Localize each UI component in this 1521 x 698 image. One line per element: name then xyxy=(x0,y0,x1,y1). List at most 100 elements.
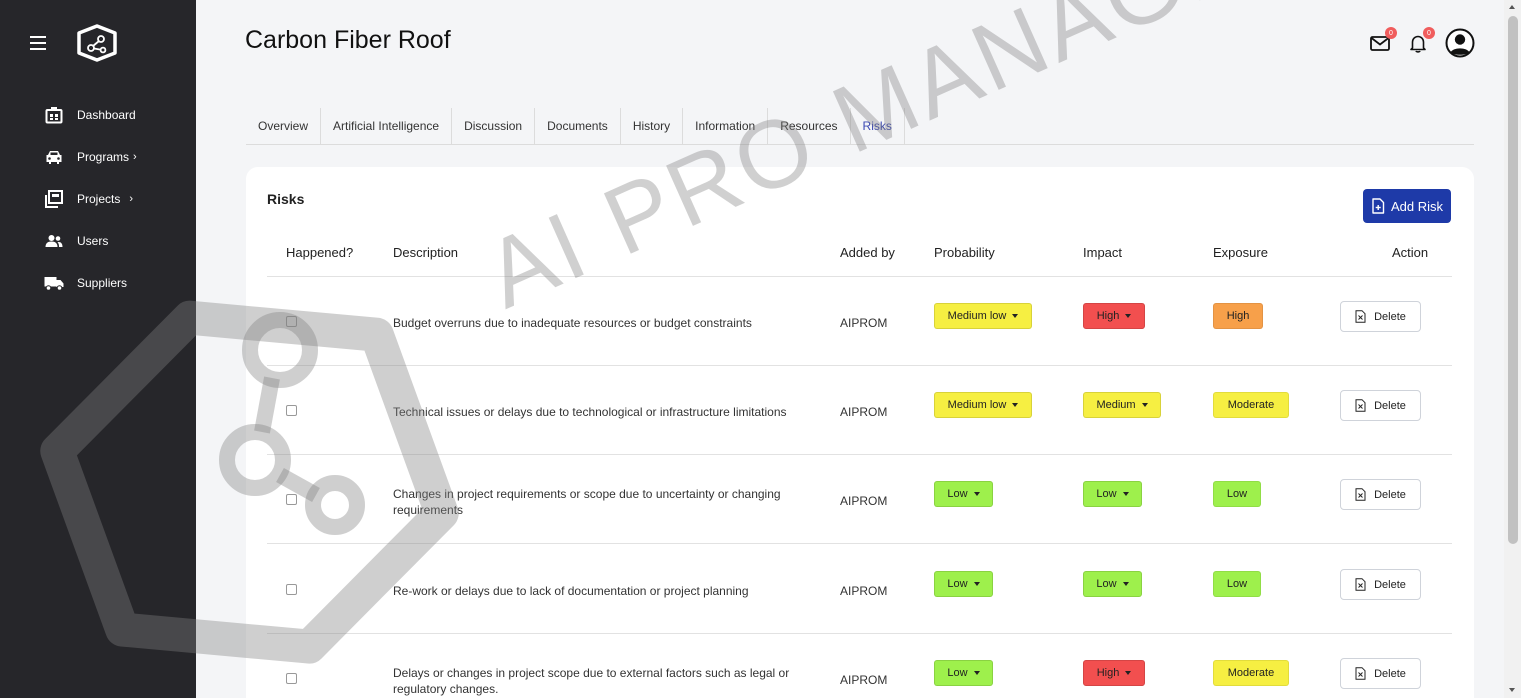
table-row: Technical issues or delays due to techno… xyxy=(267,366,1452,455)
scroll-down-icon[interactable] xyxy=(1509,688,1515,692)
delete-button[interactable]: Delete xyxy=(1340,301,1421,332)
sidebar-item-label: Dashboard xyxy=(77,108,136,122)
col-exposure: Exposure xyxy=(1213,245,1268,260)
header-actions: 0 0 xyxy=(1353,27,1475,58)
projects-icon xyxy=(44,189,64,209)
table-row: Budget overruns due to inadequate resour… xyxy=(267,277,1452,366)
probability-value: Medium low xyxy=(947,399,1007,411)
tab-bar: Overview Artificial Intelligence Discuss… xyxy=(246,108,1474,145)
car-icon xyxy=(44,147,64,167)
table-row: Re-work or delays due to lack of documen… xyxy=(267,545,1452,634)
tab-discussion[interactable]: Discussion xyxy=(452,108,536,144)
happened-checkbox[interactable] xyxy=(286,405,297,416)
page-title: Carbon Fiber Roof xyxy=(245,26,451,54)
caret-down-icon xyxy=(973,582,980,586)
probability-dropdown[interactable]: Medium low xyxy=(934,303,1032,329)
exposure-badge: Low xyxy=(1213,571,1261,597)
caret-down-icon xyxy=(973,671,980,675)
users-icon xyxy=(44,231,64,251)
add-risk-button[interactable]: Add Risk xyxy=(1363,189,1451,223)
impact-dropdown[interactable]: Medium xyxy=(1083,392,1161,418)
delete-button[interactable]: Delete xyxy=(1340,569,1421,600)
happened-checkbox[interactable] xyxy=(286,584,297,595)
probability-dropdown[interactable]: Low xyxy=(934,481,993,507)
exposure-value: Moderate xyxy=(1227,667,1275,679)
tab-history[interactable]: History xyxy=(621,108,684,144)
impact-dropdown[interactable]: High xyxy=(1083,660,1145,686)
delete-file-icon xyxy=(1355,667,1366,680)
table-header: Happened? Description Added by Probabili… xyxy=(267,237,1452,277)
tab-documents[interactable]: Documents xyxy=(535,108,621,144)
sidebar-nav: Dashboard Programs › Projects › Users Su… xyxy=(0,94,196,304)
exposure-badge: Moderate xyxy=(1213,660,1289,686)
truck-icon xyxy=(44,273,64,293)
bell-badge: 0 xyxy=(1423,27,1435,39)
probability-value: Low xyxy=(947,667,968,679)
chevron-right-icon: › xyxy=(133,151,137,163)
exposure-value: Moderate xyxy=(1227,399,1275,411)
tab-resources[interactable]: Resources xyxy=(768,108,851,144)
scrollbar-thumb[interactable] xyxy=(1508,16,1518,544)
happened-checkbox[interactable] xyxy=(286,494,297,505)
sidebar-item-programs[interactable]: Programs › xyxy=(0,136,196,178)
sidebar-item-dashboard[interactable]: Dashboard xyxy=(0,94,196,136)
tab-artificial-intelligence[interactable]: Artificial Intelligence xyxy=(321,108,453,144)
chevron-right-icon: › xyxy=(129,193,134,205)
page-scrollbar[interactable] xyxy=(1504,0,1521,698)
col-probability: Probability xyxy=(934,245,995,260)
caret-down-icon xyxy=(1125,671,1132,675)
sidebar-item-users[interactable]: Users xyxy=(0,220,196,262)
risk-description: Budget overruns due to inadequate resour… xyxy=(393,316,752,330)
hamburger-menu-icon[interactable] xyxy=(30,36,46,50)
notifications-button[interactable]: 0 xyxy=(1407,27,1435,54)
sidebar: Dashboard Programs › Projects › Users Su… xyxy=(0,0,196,698)
impact-dropdown[interactable]: Low xyxy=(1083,571,1142,597)
risk-description: Technical issues or delays due to techno… xyxy=(393,405,787,419)
probability-value: Medium low xyxy=(947,310,1007,322)
exposure-badge: Moderate xyxy=(1213,392,1289,418)
col-happened: Happened? xyxy=(286,245,354,260)
probability-dropdown[interactable]: Low xyxy=(934,660,993,686)
delete-file-icon xyxy=(1355,578,1366,591)
delete-button[interactable]: Delete xyxy=(1340,479,1421,510)
impact-value: High xyxy=(1096,667,1120,679)
probability-dropdown[interactable]: Medium low xyxy=(934,392,1032,418)
delete-label: Delete xyxy=(1374,667,1406,680)
risk-added-by: AIPROM xyxy=(840,316,888,330)
impact-dropdown[interactable]: High xyxy=(1083,303,1145,329)
risk-description: Delays or changes in project scope due t… xyxy=(393,666,790,696)
logo-icon[interactable] xyxy=(76,24,118,62)
mail-button[interactable]: 0 xyxy=(1369,27,1397,54)
caret-down-icon xyxy=(1012,314,1019,318)
risk-added-by: AIPROM xyxy=(840,405,888,419)
delete-button[interactable]: Delete xyxy=(1340,390,1421,421)
sidebar-item-suppliers[interactable]: Suppliers xyxy=(0,262,196,304)
risk-description: Changes in project requirements or scope… xyxy=(393,487,781,517)
tab-information[interactable]: Information xyxy=(683,108,769,144)
risks-card: Risks Add Risk Happened? Description Add… xyxy=(246,167,1474,698)
col-impact: Impact xyxy=(1083,245,1123,260)
col-added-by: Added by xyxy=(840,245,895,260)
caret-down-icon xyxy=(1125,314,1132,318)
risks-title: Risks xyxy=(267,191,305,207)
add-file-icon xyxy=(1372,198,1385,214)
delete-button[interactable]: Delete xyxy=(1340,658,1421,689)
impact-dropdown[interactable]: Low xyxy=(1083,481,1142,507)
caret-down-icon xyxy=(1122,492,1129,496)
col-description: Description xyxy=(393,245,459,260)
caret-down-icon xyxy=(1012,403,1019,407)
tab-overview[interactable]: Overview xyxy=(246,108,322,144)
caret-down-icon xyxy=(973,492,980,496)
risk-added-by: AIPROM xyxy=(840,494,888,508)
table-row: Delays or changes in project scope due t… xyxy=(267,634,1452,698)
risk-added-by: AIPROM xyxy=(840,584,888,598)
probability-dropdown[interactable]: Low xyxy=(934,571,993,597)
col-action: Action xyxy=(1392,245,1429,260)
scroll-up-icon[interactable] xyxy=(1509,5,1515,9)
tab-risks[interactable]: Risks xyxy=(851,108,905,144)
delete-file-icon xyxy=(1355,310,1366,323)
sidebar-item-projects[interactable]: Projects › xyxy=(0,178,196,220)
happened-checkbox[interactable] xyxy=(286,673,297,684)
avatar[interactable] xyxy=(1445,28,1475,58)
happened-checkbox[interactable] xyxy=(286,316,297,327)
